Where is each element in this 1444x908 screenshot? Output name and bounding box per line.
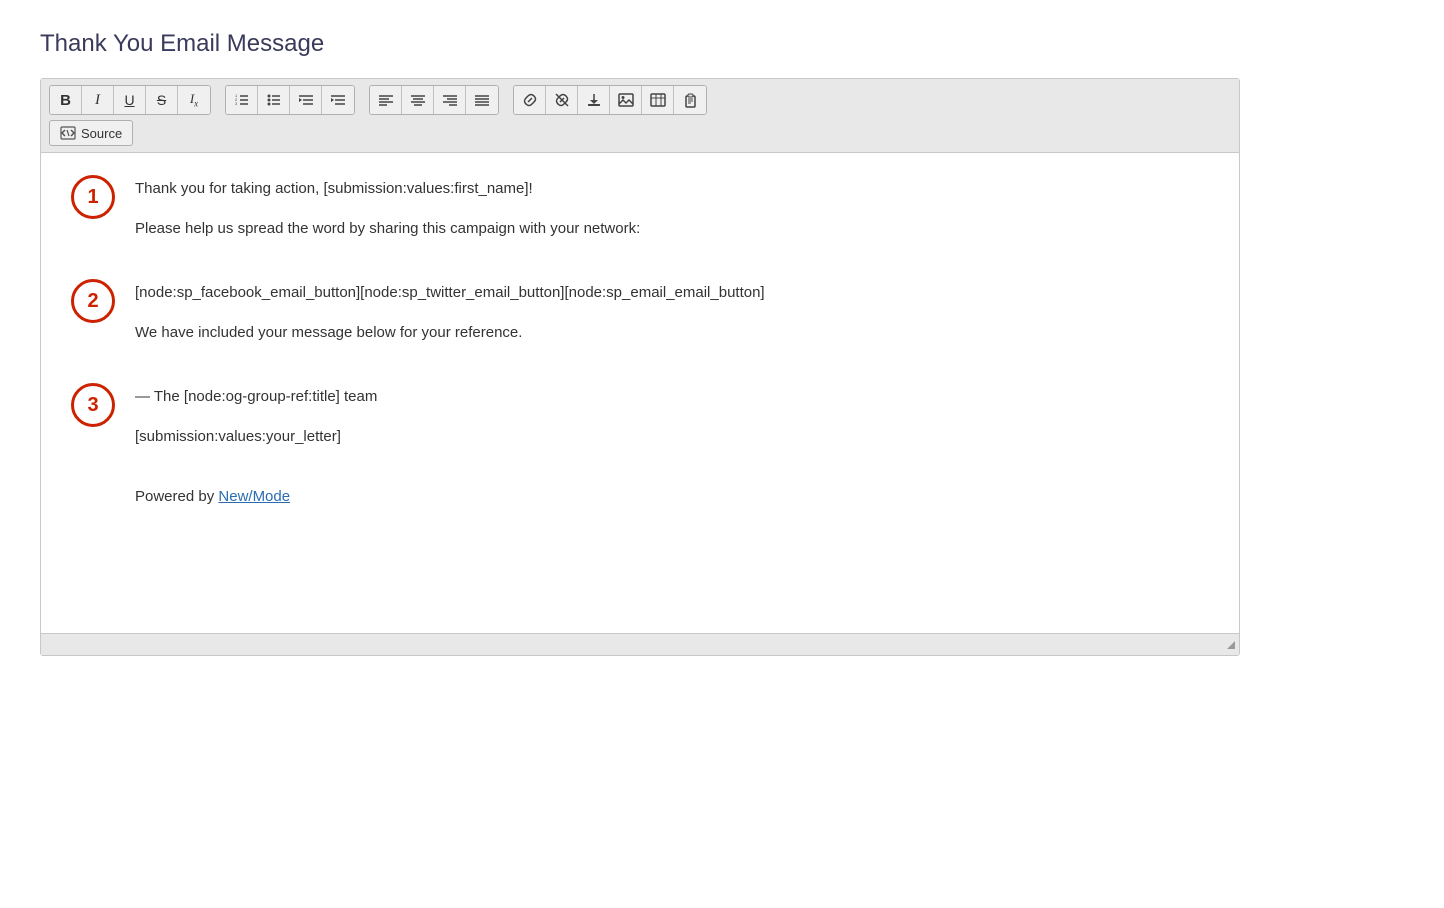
align-center-icon (410, 92, 426, 108)
annotation-3: 3 (71, 383, 115, 427)
unordered-list-button[interactable] (258, 86, 290, 114)
align-right-icon (442, 92, 458, 108)
para-3-1: — The [node:og-group-ref:title] team (135, 385, 1209, 409)
editor-body[interactable]: 1 Thank you for taking action, [submissi… (41, 153, 1239, 633)
unlink-button[interactable] (546, 86, 578, 114)
para-3-2: [submission:values:your_letter] (135, 425, 1209, 449)
image-icon (618, 92, 634, 108)
align-center-button[interactable] (402, 86, 434, 114)
download-button[interactable] (578, 86, 610, 114)
source-code-icon (60, 125, 76, 141)
paste-icon (682, 92, 698, 108)
annotation-2: 2 (71, 279, 115, 323)
footer-paragraph: Powered by New/Mode (135, 485, 1209, 509)
outdent-button[interactable] (290, 86, 322, 114)
source-label: Source (81, 126, 122, 141)
list-format-group: 1 2 3 (225, 85, 355, 115)
source-button[interactable]: Source (49, 120, 133, 146)
italic-button[interactable]: I (82, 86, 114, 114)
clear-format-button[interactable]: Ix (178, 86, 210, 114)
para-2-2: We have included your message below for … (135, 321, 1209, 345)
page-title: Thank You Email Message (40, 30, 1404, 58)
table-icon (650, 92, 666, 108)
section-2-text: [node:sp_facebook_email_button][node:sp_… (135, 277, 1209, 361)
toolbar-row-1: B I U S Ix (49, 85, 1231, 115)
section-3-text: — The [node:og-group-ref:title] team [su… (135, 381, 1209, 465)
para-1-1: Thank you for taking action, [submission… (135, 177, 1209, 201)
outdent-icon (298, 92, 314, 108)
insert-group (513, 85, 707, 115)
ordered-list-icon: 1 2 3 (234, 92, 250, 108)
content-section-2: 2 [node:sp_facebook_email_button][node:s… (71, 277, 1209, 361)
align-right-button[interactable] (434, 86, 466, 114)
bold-button[interactable]: B (50, 86, 82, 114)
paste-button[interactable] (674, 86, 706, 114)
link-icon (522, 92, 538, 108)
ordered-list-button[interactable]: 1 2 3 (226, 86, 258, 114)
new-mode-link[interactable]: New/Mode (218, 488, 290, 505)
align-justify-icon (474, 92, 490, 108)
editor-footer (41, 633, 1239, 655)
align-justify-button[interactable] (466, 86, 498, 114)
svg-text:3: 3 (235, 101, 238, 106)
unlink-icon (554, 92, 570, 108)
resize-handle[interactable] (1227, 641, 1235, 649)
indent-button[interactable] (322, 86, 354, 114)
indent-icon (330, 92, 346, 108)
download-icon (586, 92, 602, 108)
unordered-list-icon (266, 92, 282, 108)
strikethrough-button[interactable]: S (146, 86, 178, 114)
para-2-1: [node:sp_facebook_email_button][node:sp_… (135, 281, 1209, 305)
table-button[interactable] (642, 86, 674, 114)
section-1-text: Thank you for taking action, [submission… (135, 173, 1209, 257)
para-1-2: Please help us spread the word by sharin… (135, 217, 1209, 241)
image-button[interactable] (610, 86, 642, 114)
link-button[interactable] (514, 86, 546, 114)
rich-text-editor: B I U S Ix (40, 78, 1240, 656)
content-section-3: 3 — The [node:og-group-ref:title] team [… (71, 381, 1209, 465)
annotation-1: 1 (71, 175, 115, 219)
toolbar: B I U S Ix (41, 79, 1239, 153)
align-left-icon (378, 92, 394, 108)
align-group (369, 85, 499, 115)
align-left-button[interactable] (370, 86, 402, 114)
powered-by-text: Powered by (135, 488, 218, 505)
underline-button[interactable]: U (114, 86, 146, 114)
text-format-group: B I U S Ix (49, 85, 211, 115)
content-section-1: 1 Thank you for taking action, [submissi… (71, 173, 1209, 257)
toolbar-row-2: Source (49, 120, 1231, 146)
